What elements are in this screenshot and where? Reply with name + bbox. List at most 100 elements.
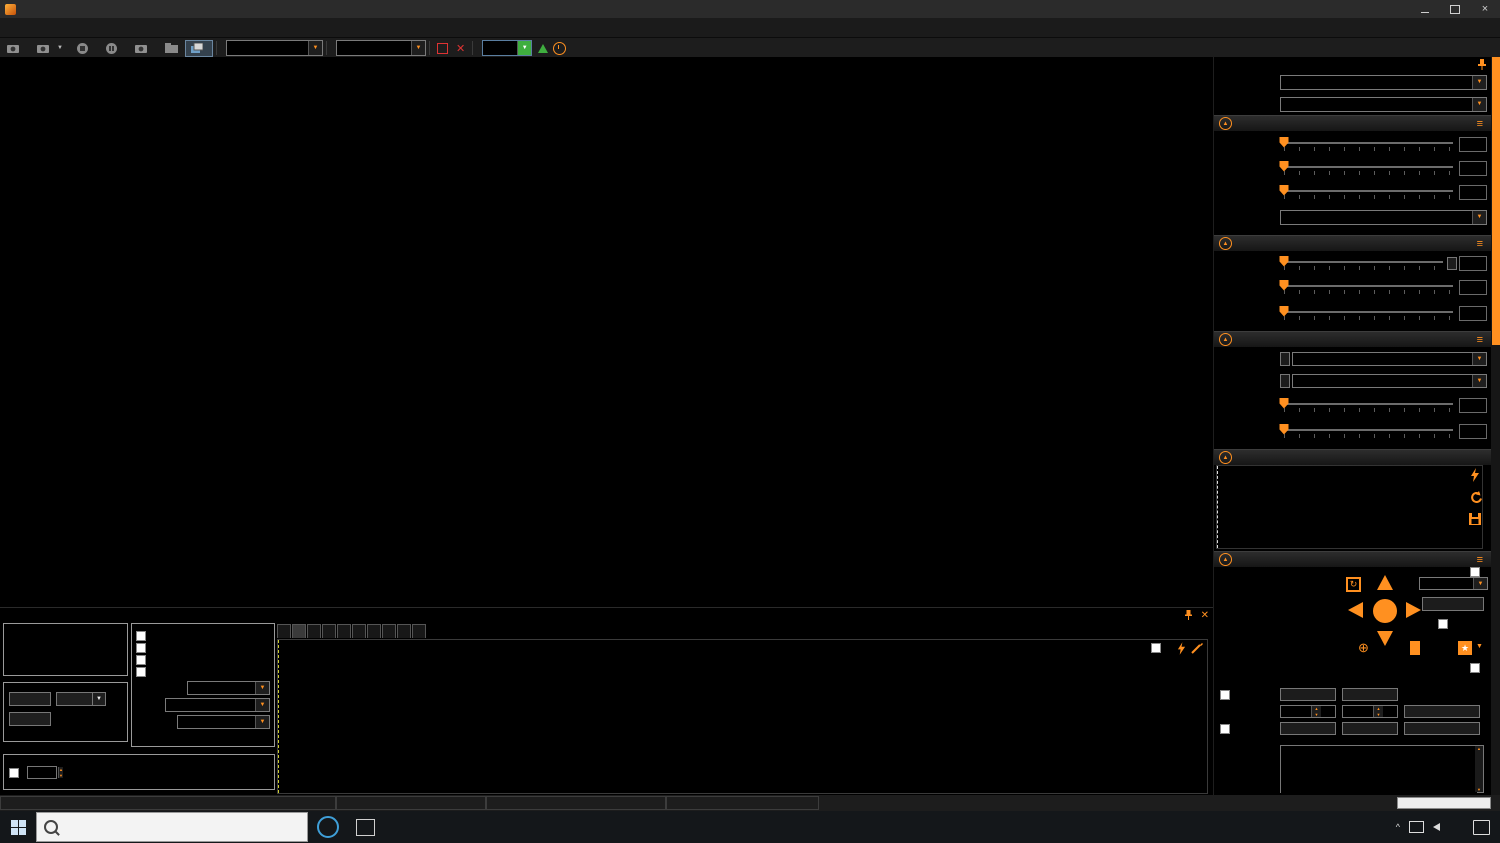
tab-stacking[interactable] — [322, 624, 336, 638]
goto-target-icon[interactable]: ⊕ — [1358, 641, 1369, 654]
focus-in-coarse-button[interactable] — [1280, 688, 1336, 701]
apply-flat-select[interactable]: ▼ — [1292, 374, 1487, 388]
section-preprocessing[interactable]: ▲ ≡ — [1214, 331, 1491, 347]
minimize-button[interactable] — [1410, 0, 1440, 18]
spin-down-icon[interactable]: ▼ — [59, 773, 63, 779]
fx-select[interactable]: ▼ — [336, 40, 426, 56]
cooler-power-slider[interactable] — [1284, 256, 1443, 271]
brightness-slider[interactable] — [1284, 161, 1453, 176]
chevron-down-icon[interactable]: ▼ — [1473, 578, 1487, 589]
reset-stretch-icon[interactable] — [1469, 491, 1482, 507]
banding-suppression-slider[interactable] — [1284, 398, 1453, 413]
slew-stop-button[interactable] — [1373, 599, 1397, 623]
section-display-histogram-stretch[interactable]: ▲ — [1214, 449, 1491, 465]
live-stack-button[interactable] — [185, 40, 213, 57]
display-histogram-stretch-plot[interactable] — [1216, 465, 1483, 549]
timestamp-clock-icon[interactable] — [553, 42, 566, 55]
star-icon[interactable]: ★ — [1458, 641, 1472, 655]
tracking-dropdown-icon[interactable]: ▼ — [1476, 643, 1483, 650]
section-menu-icon[interactable]: ≡ — [1477, 238, 1483, 250]
scrollbar-thumb[interactable] — [1492, 57, 1500, 345]
temperature-slider[interactable] — [1284, 306, 1453, 321]
chevron-down-icon[interactable]: ▼ — [1472, 76, 1486, 89]
focus-in-fine-button[interactable] — [1342, 688, 1398, 701]
section-scope-controls[interactable]: ▲ ≡ — [1214, 551, 1491, 567]
volume-icon[interactable] — [1433, 823, 1440, 831]
start-capture-button[interactable] — [0, 38, 30, 58]
slew-south-button[interactable] — [1377, 631, 1393, 646]
zoom-dropdown-icon[interactable]: ▼ — [517, 41, 531, 55]
step-coarse-spinner[interactable]: ▲▼ — [1280, 705, 1336, 718]
focuser-setup-button[interactable] — [1404, 722, 1480, 735]
save-reset-checkbox[interactable] — [9, 768, 19, 778]
taskbar-search[interactable] — [36, 812, 308, 842]
notification-center-icon[interactable] — [1473, 820, 1490, 835]
snapshot-button[interactable] — [128, 38, 158, 58]
force-still-mode-select[interactable]: ▼ — [1280, 97, 1487, 112]
focus-out-coarse-button[interactable] — [1280, 722, 1336, 735]
focuser-stop-button[interactable] — [1404, 705, 1480, 718]
save-stretch-icon[interactable] — [1469, 513, 1481, 528]
apply-flat-browse-button[interactable] — [1280, 374, 1290, 388]
scope-connected-checkbox[interactable] — [1470, 567, 1480, 577]
chevron-down-icon[interactable]: ▼ — [255, 716, 269, 728]
timestamp-frames-select[interactable]: ▼ — [1280, 210, 1487, 225]
chevron-down-icon[interactable]: ▼ — [1472, 353, 1486, 365]
search-input[interactable] — [65, 820, 307, 834]
auto-stretch-icon[interactable] — [1177, 642, 1186, 658]
tab-guiding[interactable] — [352, 624, 366, 638]
white-level-marker[interactable] — [278, 640, 279, 793]
spin-down-icon[interactable]: ▼ — [1312, 712, 1321, 718]
stop-capture-button[interactable] — [70, 38, 99, 58]
section-menu-icon[interactable]: ≡ — [1477, 118, 1483, 130]
stretch-black-level-marker[interactable] — [1217, 466, 1218, 548]
dock-pin-icon[interactable] — [1180, 609, 1197, 623]
tab-filter-fwhm[interactable] — [367, 624, 381, 638]
chevron-down-icon[interactable]: ▼ — [255, 682, 269, 694]
fwhm-filter-checkbox[interactable] — [136, 643, 146, 653]
slew-west-button[interactable] — [1348, 602, 1363, 618]
auto-stretch-icon[interactable] — [1470, 468, 1480, 485]
maximize-button[interactable] — [1440, 0, 1470, 18]
focuser-connected-checkbox[interactable] — [1470, 663, 1480, 673]
step-fine-spinner[interactable]: ▲▼ — [1342, 705, 1398, 718]
target-name-select[interactable]: ▼ — [226, 40, 323, 56]
edit-curve-icon[interactable] — [1191, 642, 1203, 658]
tray-chevron-icon[interactable]: ^ — [1396, 822, 1400, 832]
gamma-slider[interactable] — [1284, 137, 1453, 152]
tab-log[interactable] — [412, 624, 426, 638]
enable-live-broadcast-select[interactable]: ▼ — [1280, 75, 1487, 90]
chevron-down-icon[interactable]: ▼ — [255, 699, 269, 711]
tab-histogram[interactable] — [292, 624, 306, 638]
save-dropdown-icon[interactable]: ▼ — [92, 692, 106, 706]
close-panel-icon[interactable]: ✕ — [1197, 610, 1213, 621]
scope-setup-button[interactable] — [1422, 597, 1484, 611]
section-image-controls[interactable]: ▲ ≡ — [1214, 115, 1491, 131]
minutes-spinner[interactable]: ▲▼ — [27, 766, 57, 779]
collapse-icon[interactable]: ▲ — [1219, 553, 1232, 566]
tab-drift-graph[interactable] — [397, 624, 411, 638]
histogram-toggle-icon[interactable] — [538, 44, 548, 53]
align-frames-checkbox[interactable] — [136, 631, 146, 641]
stacking-select[interactable]: ▼ — [177, 715, 270, 729]
collapse-icon[interactable]: ▲ — [1219, 117, 1232, 130]
chevron-down-icon[interactable]: ▼ — [1472, 211, 1486, 224]
camera-panel-scrollbar[interactable] — [1491, 57, 1500, 795]
start-button[interactable] — [0, 811, 36, 843]
log-axis-checkbox[interactable] — [1151, 643, 1161, 653]
collapse-icon[interactable]: ▲ — [1219, 333, 1232, 346]
tab-alignment[interactable] — [307, 624, 321, 638]
notes-scrollbar[interactable]: ▲▼ — [1475, 746, 1483, 792]
section-menu-icon[interactable]: ≡ — [1477, 334, 1483, 346]
target-temperature-slider[interactable] — [1284, 280, 1453, 295]
tab-status[interactable] — [277, 624, 291, 638]
zoom-select[interactable]: ▼ — [482, 40, 532, 56]
collapse-icon[interactable]: ▲ — [1219, 237, 1232, 250]
pause-button[interactable] — [99, 38, 128, 58]
quick-capture-button[interactable]: ▼ — [30, 38, 70, 58]
fx-dropdown-icon[interactable]: ▼ — [411, 41, 425, 55]
tracking-button[interactable] — [1410, 641, 1420, 655]
chevron-down-icon[interactable]: ▼ — [1472, 98, 1486, 111]
pause-stack-button[interactable] — [9, 712, 51, 726]
reticle-icon[interactable]: ✕ — [452, 42, 469, 55]
